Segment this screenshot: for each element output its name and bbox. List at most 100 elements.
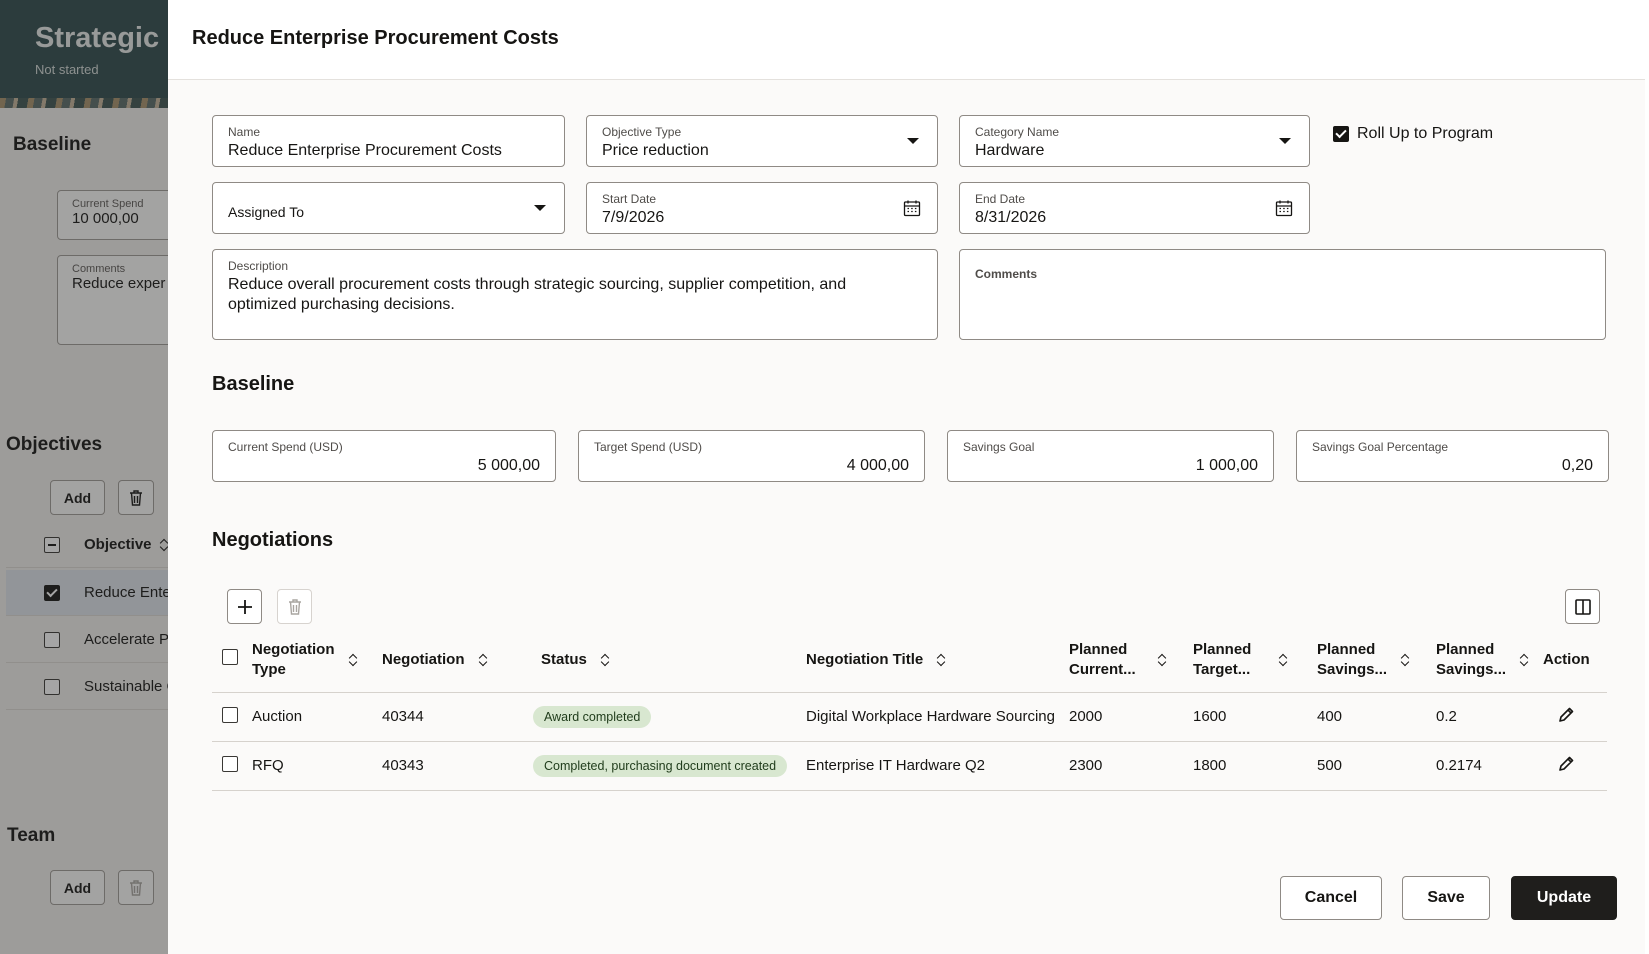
col-planned-target-line1: Planned: [1193, 640, 1252, 658]
update-button[interactable]: Update: [1511, 876, 1617, 920]
start-date-label: Start Date: [602, 192, 657, 206]
category-name-select[interactable]: Category Name Hardware: [959, 115, 1310, 167]
roll-up-label: Roll Up to Program: [1357, 125, 1494, 142]
cell-planned-savings-pct: 0.2174: [1436, 741, 1543, 791]
table-row[interactable]: Auction 40344 Award completed Digital Wo…: [212, 692, 1607, 742]
current-spend-value[interactable]: 5 000,00: [228, 456, 540, 476]
objective-type-value: Price reduction: [602, 142, 709, 159]
cell-planned-savings: 500: [1317, 741, 1436, 791]
savings-goal-percentage-field[interactable]: Savings Goal Percentage 0,20: [1296, 430, 1609, 482]
baseline-heading: Baseline: [212, 373, 295, 395]
delete-negotiation-button[interactable]: [277, 589, 312, 624]
cell-planned-target: 1600: [1193, 692, 1317, 742]
col-status: Status: [541, 650, 587, 668]
current-spend-field[interactable]: Current Spend (USD) 5 000,00: [212, 430, 556, 482]
calendar-icon[interactable]: [903, 199, 921, 217]
description-label: Description: [228, 259, 289, 273]
col-action: Action: [1543, 650, 1590, 668]
name-field[interactable]: Name Reduce Enterprise Procurement Costs: [212, 115, 565, 167]
edit-objective-drawer: Reduce Enterprise Procurement Costs Name…: [168, 0, 1649, 954]
objective-type-select[interactable]: Objective Type Price reduction: [586, 115, 938, 167]
table-row[interactable]: RFQ 40343 Completed, purchasing document…: [212, 741, 1607, 791]
sort-icon[interactable]: [1158, 653, 1168, 667]
target-spend-value[interactable]: 4 000,00: [594, 456, 909, 476]
sort-icon[interactable]: [1401, 653, 1411, 667]
col-negotiation: Negotiation: [382, 650, 465, 668]
start-date-field[interactable]: Start Date 7/9/2026: [586, 182, 938, 234]
end-date-field[interactable]: End Date 8/31/2026: [959, 182, 1310, 234]
table-header-row: Negotiation Type Negotiation Status Negot…: [212, 628, 1607, 693]
sort-icon[interactable]: [937, 653, 947, 667]
cell-planned-target: 1800: [1193, 741, 1317, 791]
cell-negotiation-type: Auction: [252, 692, 382, 742]
end-date-label: End Date: [975, 192, 1026, 206]
sort-icon[interactable]: [601, 653, 611, 667]
cancel-button[interactable]: Cancel: [1280, 876, 1382, 920]
columns-icon: [1574, 598, 1591, 615]
savings-goal-percentage-value[interactable]: 0,20: [1312, 456, 1593, 476]
savings-goal-label: Savings Goal: [963, 440, 1035, 454]
target-spend-label: Target Spend (USD): [594, 440, 703, 454]
drawer-header: Reduce Enterprise Procurement Costs: [168, 0, 1649, 80]
name-label: Name: [228, 125, 261, 139]
category-name-label: Category Name: [975, 125, 1060, 139]
chevron-down-icon[interactable]: [534, 205, 546, 211]
col-planned-current-line2: Current...: [1069, 660, 1136, 678]
calendar-icon[interactable]: [1275, 199, 1293, 217]
assigned-to-select[interactable]: Assigned To: [212, 182, 565, 234]
start-date-value[interactable]: 7/9/2026: [602, 208, 922, 228]
pencil-icon[interactable]: [1557, 755, 1575, 773]
cell-negotiation: 40344: [382, 692, 533, 742]
col-planned-target-line2: Target...: [1193, 660, 1251, 678]
select-all-checkbox[interactable]: [222, 648, 238, 665]
drawer-scrollbar[interactable]: [1645, 0, 1649, 954]
col-planned-savings-pct-line1: Planned: [1436, 640, 1495, 658]
col-planned-savings-pct-line2: Savings...: [1436, 660, 1507, 678]
chevron-down-icon[interactable]: [1279, 138, 1291, 144]
description-field[interactable]: Description Reduce overall procurement c…: [212, 249, 938, 340]
plus-icon: [237, 599, 252, 614]
savings-goal-value[interactable]: 1 000,00: [963, 456, 1258, 476]
row-checkbox[interactable]: [222, 706, 238, 723]
comments-field[interactable]: Comments: [959, 249, 1606, 340]
cell-planned-current: 2300: [1069, 741, 1193, 791]
cell-negotiation-type: RFQ: [252, 741, 382, 791]
col-negotiation-title: Negotiation Title: [806, 650, 924, 668]
col-planned-current-line1: Planned: [1069, 640, 1128, 658]
pencil-icon[interactable]: [1557, 706, 1575, 724]
category-name-value: Hardware: [975, 142, 1045, 159]
objective-type-label: Objective Type: [602, 125, 682, 139]
col-planned-savings-line2: Savings...: [1317, 660, 1388, 678]
savings-goal-percentage-label: Savings Goal Percentage: [1312, 440, 1449, 454]
cell-negotiation: 40343: [382, 741, 533, 791]
cell-planned-savings: 400: [1317, 692, 1436, 742]
checkbox-checked-icon[interactable]: [1333, 126, 1349, 142]
end-date-value[interactable]: 8/31/2026: [975, 208, 1294, 228]
roll-up-to-program-checkbox[interactable]: Roll Up to Program: [1333, 125, 1493, 143]
trash-icon: [288, 598, 301, 615]
cell-negotiation-title: Enterprise IT Hardware Q2: [806, 741, 1069, 791]
sort-icon[interactable]: [479, 653, 489, 667]
drawer-title: Reduce Enterprise Procurement Costs: [192, 27, 559, 49]
comments-label: Comments: [975, 267, 1038, 281]
save-button[interactable]: Save: [1402, 876, 1490, 920]
chevron-down-icon[interactable]: [907, 138, 919, 144]
column-settings-button[interactable]: [1565, 589, 1600, 624]
assigned-to-label: Assigned To: [228, 204, 305, 220]
cell-planned-current: 2000: [1069, 692, 1193, 742]
description-value[interactable]: Reduce overall procurement costs through…: [228, 275, 922, 315]
sort-icon[interactable]: [349, 653, 359, 667]
negotiations-table: Negotiation Type Negotiation Status Negot…: [212, 628, 1607, 791]
cell-negotiation-title: Digital Workplace Hardware Sourcing: [806, 692, 1069, 742]
sort-icon[interactable]: [1520, 653, 1530, 667]
target-spend-field[interactable]: Target Spend (USD) 4 000,00: [578, 430, 925, 482]
add-negotiation-button[interactable]: [227, 589, 262, 624]
row-checkbox[interactable]: [222, 755, 238, 772]
savings-goal-field[interactable]: Savings Goal 1 000,00: [947, 430, 1274, 482]
current-spend-label: Current Spend (USD): [228, 440, 343, 454]
status-badge: Award completed: [533, 705, 652, 728]
name-value[interactable]: Reduce Enterprise Procurement Costs: [228, 141, 549, 161]
col-planned-savings-line1: Planned: [1317, 640, 1376, 658]
col-negotiation-type-line2: Type: [252, 660, 286, 678]
sort-icon[interactable]: [1279, 653, 1289, 667]
